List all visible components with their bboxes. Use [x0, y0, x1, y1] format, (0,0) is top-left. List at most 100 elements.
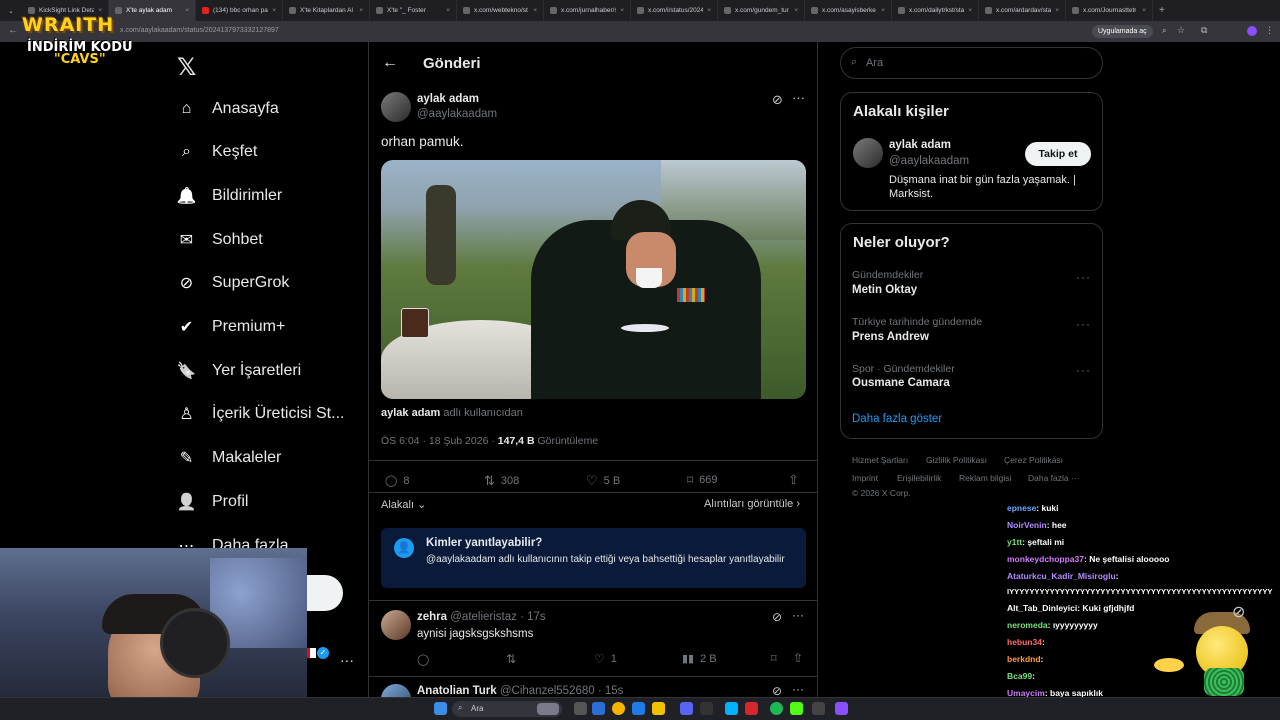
reply-more-icon[interactable]: ··· — [792, 682, 804, 696]
browser-tab[interactable]: x.com/jurnalhaber/st × — [544, 0, 631, 21]
footer-link[interactable]: Erişilebilirlik — [897, 473, 941, 483]
chat-username[interactable]: NoirVenin — [1007, 520, 1047, 530]
reply-handle[interactable]: @atelieristaz · 17s — [450, 611, 545, 623]
chat-username[interactable]: hebun34 — [1007, 637, 1042, 647]
browser-tab[interactable]: x.com/i/status/2024 × — [631, 0, 718, 21]
footer-link[interactable]: Daha fazla ··· — [1028, 473, 1080, 483]
trend-more-icon[interactable]: ··· — [1076, 363, 1091, 377]
footer-link[interactable]: Imprint — [852, 473, 878, 483]
extensions-icon[interactable]: ⧉ — [1201, 25, 1207, 36]
reply-item[interactable]: zehra @atelieristaz · 17s ⊘ ··· aynisi j… — [369, 602, 817, 677]
sidebar-item-mail[interactable]: ✉ Sohbet — [176, 228, 263, 252]
grok-icon[interactable]: ⊘ — [772, 684, 782, 698]
reply-share-icon[interactable]: ⇧ — [793, 651, 803, 665]
browser-tab[interactable]: X'te "_ Foster × — [370, 0, 457, 21]
chat-username[interactable]: y1tt — [1007, 537, 1022, 547]
browser-tab[interactable]: x.com/webtekno/st × — [457, 0, 544, 21]
relevant-name[interactable]: aylak adam — [889, 139, 951, 151]
reply-bookmark-icon[interactable]: ⌑ — [771, 652, 777, 665]
post-time[interactable]: ÖS 6:04 · 18 Şub 2026 · — [381, 435, 495, 447]
bookmark-action[interactable]: ⌑ 669 — [687, 473, 718, 487]
reply-reply-icon[interactable]: ◯ — [417, 653, 429, 666]
grok-icon[interactable]: ⊘ — [772, 610, 782, 624]
footer-link[interactable]: Çerez Politikası — [1004, 455, 1063, 465]
footer-link[interactable]: Reklam bilgisi — [959, 473, 1011, 483]
chat-username[interactable]: Ataturkcu_Kadir_Misiroglu — [1007, 571, 1116, 581]
browser-tab[interactable]: X'te aylak adam × — [109, 0, 196, 21]
address-bar[interactable]: ← x.com/aaylakaadam/status/2024137973332… — [0, 21, 1280, 42]
browser-tab[interactable]: X'te Kitaplardan Al × — [283, 0, 370, 21]
like-action[interactable]: ♡ 5 B — [586, 473, 620, 489]
trend-name[interactable]: Prens Andrew — [852, 331, 929, 343]
app-icon[interactable] — [700, 702, 713, 715]
sidebar-item-person[interactable]: 👤 Profil — [176, 490, 249, 514]
chat-username[interactable]: epnese — [1007, 503, 1036, 513]
browser-tab[interactable]: x.com/Journasttetr × — [1066, 0, 1153, 21]
sidebar-item-article[interactable]: ✎ Makaleler — [176, 446, 282, 470]
sidebar-item-bell[interactable]: 🔔 Bildirimler — [176, 184, 283, 208]
close-tab-icon[interactable]: × — [185, 7, 189, 14]
repost-action[interactable]: ⇅ 308 — [484, 473, 519, 489]
reply-name[interactable]: zehra — [417, 611, 447, 623]
search-box[interactable]: ⌕ Ara — [840, 47, 1103, 79]
reply-action[interactable]: ◯ 8 — [385, 474, 409, 488]
discord-icon[interactable] — [680, 702, 693, 715]
show-more-link[interactable]: Daha fazla göster — [852, 413, 942, 425]
chat-username[interactable]: Bca99 — [1007, 671, 1032, 681]
close-tab-icon[interactable]: × — [1055, 7, 1059, 14]
sidebar-item-bookmark[interactable]: 🔖 Yer İşaretleri — [176, 359, 302, 383]
browser-tab[interactable]: x.com/dailytrkst/sta × — [892, 0, 979, 21]
profile-icon[interactable] — [1247, 26, 1257, 36]
app-icon[interactable] — [725, 702, 738, 715]
account-more-icon[interactable]: ··· — [340, 652, 354, 668]
reply-like-action[interactable]: ♡ 1 — [594, 652, 617, 666]
reply-more-icon[interactable]: ··· — [792, 608, 804, 622]
reply-item[interactable]: Anatolian Turk @Cihanzel552680 · 15s ⊘ ·… — [369, 678, 817, 714]
sidebar-item-search[interactable]: ⌕ Keşfet — [176, 140, 257, 164]
close-tab-icon[interactable]: × — [272, 7, 276, 14]
new-tab-icon[interactable]: + — [1159, 5, 1165, 16]
relevant-avatar[interactable] — [853, 138, 883, 168]
folder-icon[interactable] — [652, 702, 665, 715]
browser-tab[interactable]: x.com/ardardav/sta × — [979, 0, 1066, 21]
open-in-app-button[interactable]: Uygulamada aç — [1092, 25, 1153, 38]
author-name[interactable]: aylak adam — [417, 93, 479, 105]
media-credit-name[interactable]: aylak adam — [381, 407, 440, 419]
relevant-handle[interactable]: @aaylakaadam — [889, 155, 969, 167]
browser-tab[interactable]: x.com/gundem_tur × — [718, 0, 805, 21]
close-tab-icon[interactable]: × — [620, 7, 624, 14]
close-tab-icon[interactable]: × — [794, 7, 798, 14]
footer-link[interactable]: Hizmet Şartları — [852, 455, 908, 465]
trend-more-icon[interactable]: ··· — [1076, 317, 1091, 331]
trend-name[interactable]: Ousmane Camara — [852, 377, 950, 389]
close-tab-icon[interactable]: × — [533, 7, 537, 14]
zoom-icon[interactable]: ⌕ — [1162, 26, 1166, 36]
grok-icon[interactable]: ⊘ — [772, 92, 783, 108]
sidebar-item-verified[interactable]: ✔ Premium+ — [176, 315, 286, 339]
close-tab-icon[interactable]: × — [881, 7, 885, 14]
taskbar-search[interactable]: ⌕ Ara — [452, 701, 562, 717]
sidebar-item-home[interactable]: ⌂ Anasayfa — [176, 97, 279, 121]
close-tab-icon[interactable]: × — [707, 7, 711, 14]
browser-tab[interactable]: (134) bbc orhan pa × — [196, 0, 283, 21]
windows-start-icon[interactable] — [434, 702, 447, 715]
obs-icon[interactable] — [812, 702, 825, 715]
close-tab-icon[interactable]: × — [1142, 7, 1146, 14]
share-icon[interactable]: ⇧ — [788, 472, 799, 488]
tab-menu-icon[interactable]: ⌄ — [0, 0, 22, 21]
chrome-icon[interactable] — [612, 702, 625, 715]
chat-username[interactable]: Alt_Tab_Dinleyici — [1007, 603, 1077, 613]
footer-link[interactable]: Gizlilik Politikası — [926, 455, 987, 465]
post-media-image[interactable] — [381, 160, 806, 399]
author-avatar[interactable] — [381, 92, 411, 122]
chat-username[interactable]: neromeda — [1007, 620, 1048, 630]
chat-username[interactable]: monkeydchoppa37 — [1007, 554, 1084, 564]
app-icon[interactable] — [835, 702, 848, 715]
post-more-icon[interactable]: ··· — [792, 90, 805, 105]
reply-name[interactable]: Anatolian Turk — [417, 685, 497, 697]
close-tab-icon[interactable]: × — [359, 7, 363, 14]
browser-tab[interactable]: x.com/asayisberke × — [805, 0, 892, 21]
spotify-icon[interactable] — [770, 702, 783, 715]
app-icon[interactable] — [592, 702, 605, 715]
follow-button[interactable]: Takip et — [1025, 142, 1091, 166]
